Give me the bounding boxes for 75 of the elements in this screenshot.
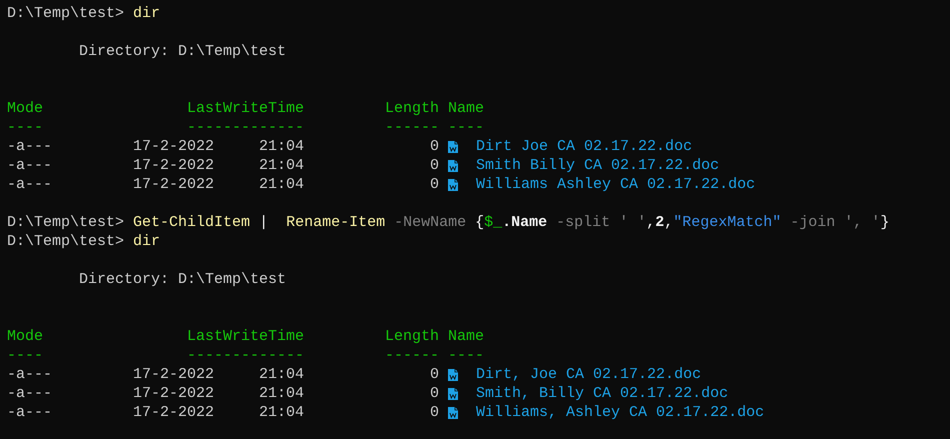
file-mode: -a--- <box>7 384 54 403</box>
syntax-token: { <box>474 213 484 232</box>
file-length: 0 <box>429 384 440 403</box>
file-time: 21:04 <box>258 365 304 384</box>
column-header: Mode <box>7 99 44 118</box>
document-icon <box>448 406 458 418</box>
operator-token: -split <box>555 213 610 232</box>
file-time: 21:04 <box>258 403 304 422</box>
file-date: 17-2-2022 <box>133 403 214 422</box>
document-icon <box>448 140 458 152</box>
file-date: 17-2-2022 <box>133 156 214 175</box>
file-time: 21:04 <box>258 156 304 175</box>
file-name: Smith, Billy CA 02.17.22.doc <box>476 384 728 403</box>
command-name: Get-ChildItem <box>133 213 250 232</box>
file-time: 21:04 <box>258 175 304 194</box>
file-mode: -a--- <box>7 156 54 175</box>
file-length: 0 <box>429 403 440 422</box>
column-header: LastWriteTime <box>187 327 304 346</box>
file-name: Williams Ashley CA 02.17.22.doc <box>476 175 756 194</box>
file-length: 0 <box>429 175 440 194</box>
directory-heading: Directory: D:\Temp\test <box>79 42 286 61</box>
column-header: Length <box>385 99 440 118</box>
column-header: LastWriteTime <box>187 99 304 118</box>
header-rule: ---- <box>448 118 484 137</box>
command-name: dir <box>133 4 160 23</box>
column-header: Mode <box>7 327 44 346</box>
member-token: .Name <box>502 213 548 232</box>
string-token: "RegexMatch" <box>673 213 782 232</box>
file-mode: -a--- <box>7 403 54 422</box>
file-name: Dirt Joe CA 02.17.22.doc <box>476 137 692 156</box>
header-rule: ------------- <box>187 346 304 365</box>
header-rule: ------ <box>385 118 440 137</box>
column-header: Name <box>448 99 484 118</box>
file-time: 21:04 <box>258 384 304 403</box>
syntax-token: , <box>664 213 674 232</box>
column-header: Length <box>385 327 440 346</box>
directory-heading: Directory: D:\Temp\test <box>79 270 286 289</box>
header-rule: ---- <box>7 118 44 137</box>
file-mode: -a--- <box>7 137 54 156</box>
document-icon <box>448 178 458 190</box>
file-mode: -a--- <box>7 175 54 194</box>
file-name: Smith Billy CA 02.17.22.doc <box>476 156 720 175</box>
file-length: 0 <box>429 365 440 384</box>
file-date: 17-2-2022 <box>133 384 214 403</box>
file-date: 17-2-2022 <box>133 137 214 156</box>
file-mode: -a--- <box>7 365 54 384</box>
operator-token: ', ' <box>843 213 880 232</box>
header-rule: ------ <box>385 346 440 365</box>
prompt: D:\Temp\test> <box>7 4 124 23</box>
command-name: dir <box>133 232 160 251</box>
syntax-token: } <box>880 213 890 232</box>
file-time: 21:04 <box>258 137 304 156</box>
document-icon <box>448 368 458 380</box>
file-name: Williams, Ashley CA 02.17.22.doc <box>476 403 764 422</box>
file-length: 0 <box>429 137 440 156</box>
parameter-token: -NewName <box>393 213 466 232</box>
prompt: D:\Temp\test> <box>7 232 124 251</box>
document-icon <box>448 160 458 172</box>
command-name: Rename-Item <box>285 213 386 232</box>
number-token: 2 <box>655 213 664 232</box>
file-date: 17-2-2022 <box>133 365 214 384</box>
syntax-token: | <box>258 213 268 232</box>
file-length: 0 <box>429 156 440 175</box>
column-header: Name <box>448 327 484 346</box>
operator-token: -join <box>789 213 836 232</box>
header-rule: ------------- <box>187 118 304 137</box>
header-rule: ---- <box>7 346 44 365</box>
file-date: 17-2-2022 <box>133 175 214 194</box>
prompt: D:\Temp\test> <box>7 213 124 232</box>
file-name: Dirt, Joe CA 02.17.22.doc <box>476 365 702 384</box>
syntax-token: , <box>646 213 656 232</box>
variable-token: $_ <box>484 213 502 232</box>
document-icon <box>448 388 458 400</box>
operator-token: ' ' <box>618 213 646 232</box>
header-rule: ---- <box>448 346 484 365</box>
